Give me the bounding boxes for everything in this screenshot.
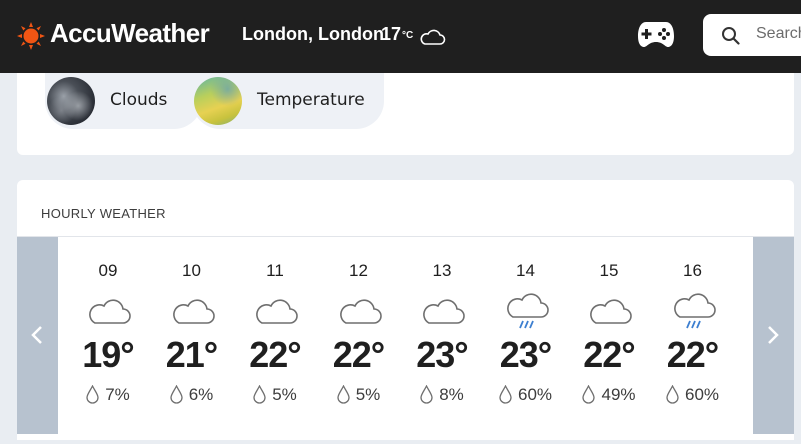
hour-column[interactable]: 15 22° 49% xyxy=(567,237,651,434)
map-layers-card: Clouds Temperature xyxy=(17,73,794,155)
current-temperature-value: 17 xyxy=(381,24,402,44)
cloudy-icon xyxy=(256,299,298,324)
hour-time: 09 xyxy=(98,261,118,280)
clouds-map-thumbnail xyxy=(47,77,95,125)
rain-shower-icon xyxy=(506,293,549,329)
precipitation-value: 60% xyxy=(684,385,720,404)
raindrop-icon xyxy=(499,385,512,404)
raindrop-icon xyxy=(582,385,596,404)
hour-temperature: 22° xyxy=(332,334,385,375)
hour-time: 10 xyxy=(182,261,201,280)
sun-logo-icon xyxy=(17,22,45,50)
hour-time: 14 xyxy=(516,261,535,280)
search-input[interactable]: Search xyxy=(756,25,801,43)
map-chip-clouds[interactable]: Clouds xyxy=(45,73,202,129)
hour-column[interactable]: 09 19° 7% xyxy=(66,237,150,434)
rain-shower-icon xyxy=(673,293,716,329)
raindrop-icon xyxy=(666,385,679,404)
hour-temperature: 22° xyxy=(666,334,719,375)
raindrop-icon xyxy=(253,385,266,404)
map-chip-label: Temperature xyxy=(257,90,365,110)
precipitation-value: 8% xyxy=(439,385,464,404)
precipitation-value: 60% xyxy=(517,385,553,404)
hour-precipitation: 60% xyxy=(651,385,735,405)
current-temperature-unit: °C xyxy=(402,30,414,41)
cloudy-icon xyxy=(89,299,131,324)
hour-precipitation: 49% xyxy=(567,385,651,405)
temperature-map-thumbnail xyxy=(194,77,242,125)
current-temperature[interactable]: 17°C xyxy=(381,24,413,45)
map-chip-temperature[interactable]: Temperature xyxy=(192,73,384,129)
logo-wordmark[interactable]: AccuWeather xyxy=(50,18,210,49)
current-location[interactable]: London, London xyxy=(242,24,384,45)
search-icon xyxy=(722,27,740,45)
raindrop-icon xyxy=(86,385,99,404)
raindrop-icon xyxy=(420,385,433,404)
gamepad-icon[interactable] xyxy=(637,16,675,50)
hour-temperature: 22° xyxy=(583,334,635,375)
hour-temperature: 23° xyxy=(416,334,468,375)
scroll-right-button[interactable] xyxy=(753,237,794,434)
chevron-right-icon xyxy=(768,326,779,344)
hour-temperature: 21° xyxy=(165,334,218,375)
hour-column[interactable]: 16 22° 60% xyxy=(651,237,735,434)
precipitation-value: 7% xyxy=(105,385,130,404)
hour-column[interactable]: 12 22° 5% xyxy=(317,237,401,434)
hourly-weather-card: HOURLY WEATHER 09 19° 7% 10 21° 6% 11 22° 5% 12 22… xyxy=(17,180,794,440)
hour-temperature: 23° xyxy=(499,334,552,375)
precipitation-value: 5% xyxy=(355,385,381,404)
hour-temperature: 19° xyxy=(82,334,134,375)
cloudy-icon xyxy=(590,299,632,324)
map-chip-label: Clouds xyxy=(110,90,168,110)
hour-precipitation: 5% xyxy=(317,385,401,405)
cloud-icon xyxy=(420,29,446,45)
hour-precipitation: 6% xyxy=(150,385,234,405)
cloudy-icon xyxy=(339,299,382,324)
precipitation-value: 49% xyxy=(601,385,636,404)
hour-column[interactable]: 13 23° 8% xyxy=(400,237,484,434)
hour-precipitation: 5% xyxy=(233,385,317,405)
search-box[interactable]: Search xyxy=(703,14,801,56)
scroll-left-button[interactable] xyxy=(17,237,58,434)
cloudy-icon xyxy=(172,299,215,324)
raindrop-icon xyxy=(170,385,183,404)
hour-time: 11 xyxy=(266,261,284,280)
hour-column[interactable]: 10 21° 6% xyxy=(150,237,234,434)
chevron-left-icon xyxy=(31,326,42,344)
hour-time: 13 xyxy=(432,261,452,280)
hour-column[interactable]: 11 22° 5% xyxy=(233,237,317,434)
hour-precipitation: 8% xyxy=(400,385,484,405)
hour-precipitation: 7% xyxy=(66,385,150,405)
hour-time: 16 xyxy=(683,261,702,280)
precipitation-value: 6% xyxy=(188,385,214,404)
hour-time: 15 xyxy=(599,261,619,280)
hour-column[interactable]: 14 23° 60% xyxy=(484,237,568,434)
top-header: AccuWeather London, London 17°C Search xyxy=(0,0,801,73)
cloudy-icon xyxy=(423,299,465,324)
precipitation-value: 5% xyxy=(272,385,297,404)
raindrop-icon xyxy=(337,385,350,404)
hour-precipitation: 60% xyxy=(484,385,568,405)
hour-temperature: 22° xyxy=(249,334,301,375)
hour-time: 12 xyxy=(349,261,368,280)
hourly-weather-title: HOURLY WEATHER xyxy=(41,206,166,221)
